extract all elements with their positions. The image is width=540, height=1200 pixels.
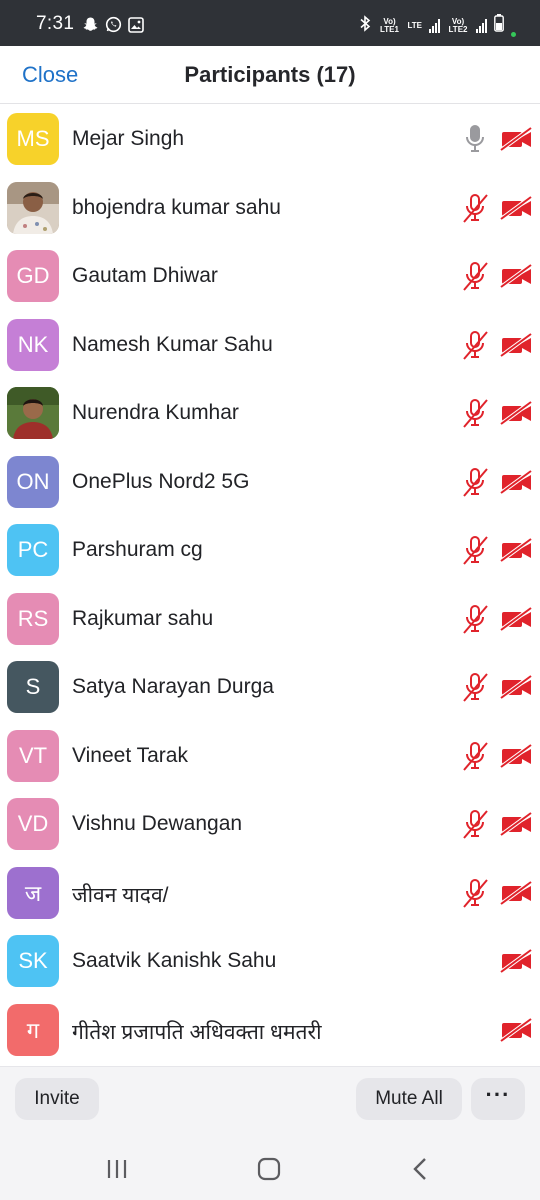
signal-strength-1-icon bbox=[429, 18, 440, 33]
participant-row[interactable]: VT Vineet Tarak bbox=[0, 722, 540, 790]
page-title: Participants (17) bbox=[184, 62, 356, 87]
participant-row[interactable]: VD Vishnu Dewangan bbox=[0, 790, 540, 858]
mic-muted-icon[interactable] bbox=[460, 603, 490, 635]
home-icon[interactable] bbox=[255, 1156, 285, 1182]
participant-name: Satya Narayan Durga bbox=[72, 675, 274, 698]
network-type-label: LTE bbox=[407, 20, 422, 30]
sim2-label: Vo) LTE2 bbox=[448, 16, 468, 34]
mic-muted-icon[interactable] bbox=[460, 671, 490, 703]
avatar: ज bbox=[7, 867, 59, 919]
video-off-icon[interactable] bbox=[499, 811, 534, 837]
avatar: GD bbox=[7, 250, 59, 302]
participant-name: Saatvik Kanishk Sahu bbox=[72, 949, 277, 972]
participant-name: Vineet Tarak bbox=[72, 744, 188, 767]
mic-muted-icon[interactable] bbox=[460, 808, 490, 840]
status-indicators: Vo) LTE1 LTE Vo) LTE2 bbox=[359, 14, 516, 37]
avatar: RS bbox=[7, 593, 59, 645]
mic-muted-icon[interactable] bbox=[460, 466, 490, 498]
mic-muted-icon[interactable] bbox=[460, 397, 490, 429]
avatar bbox=[7, 182, 59, 234]
status-bar: 7:31 Vo) LTE1 LTE Vo) LTE2 bbox=[0, 0, 540, 46]
participant-name: Gautam Dhiwar bbox=[72, 264, 218, 287]
bottom-toolbar: Invite Mute All ··· bbox=[0, 1066, 540, 1136]
mic-muted-icon[interactable] bbox=[460, 740, 490, 772]
participant-list[interactable]: MS Mejar Singh bhojendra kumar sahu GD Gauta… bbox=[0, 105, 540, 1065]
video-off-icon[interactable] bbox=[499, 948, 534, 974]
video-off-icon[interactable] bbox=[499, 469, 534, 495]
participant-row[interactable]: ग गीतेश प्रजापति अधिवक्ता धमतरी bbox=[0, 996, 540, 1064]
participant-name: जीवन यादव/ bbox=[72, 884, 169, 907]
mic-muted-icon[interactable] bbox=[460, 192, 490, 224]
sim1-label: Vo) LTE1 bbox=[380, 16, 399, 34]
participant-row[interactable]: bhojendra kumar sahu bbox=[0, 174, 540, 242]
participant-row[interactable]: S Satya Narayan Durga bbox=[0, 653, 540, 721]
video-off-icon[interactable] bbox=[499, 332, 534, 358]
mic-muted-icon[interactable] bbox=[460, 329, 490, 361]
participant-name: Namesh Kumar Sahu bbox=[72, 333, 273, 356]
participants-header: Close Participants (17) bbox=[0, 46, 540, 104]
notification-icons bbox=[82, 16, 144, 38]
active-dot-icon bbox=[511, 32, 516, 37]
video-off-icon[interactable] bbox=[499, 537, 534, 563]
participant-row[interactable]: PC Parshuram cg bbox=[0, 516, 540, 584]
battery-icon bbox=[494, 14, 504, 37]
recent-apps-icon[interactable] bbox=[104, 1156, 134, 1182]
video-off-icon[interactable] bbox=[499, 674, 534, 700]
video-off-icon[interactable] bbox=[499, 743, 534, 769]
participant-row[interactable]: MS Mejar Singh bbox=[0, 105, 540, 173]
avatar bbox=[7, 387, 59, 439]
avatar: PC bbox=[7, 524, 59, 576]
avatar: NK bbox=[7, 319, 59, 371]
participant-row[interactable]: ज जीवन यादव/ bbox=[0, 859, 540, 927]
invite-button[interactable]: Invite bbox=[15, 1078, 99, 1120]
participant-name: Rajkumar sahu bbox=[72, 607, 214, 630]
avatar: VT bbox=[7, 730, 59, 782]
video-off-icon[interactable] bbox=[499, 263, 534, 289]
more-options-button[interactable]: ··· bbox=[471, 1078, 525, 1120]
participant-name: Vishnu Dewangan bbox=[72, 812, 243, 835]
mic-icon[interactable] bbox=[460, 123, 490, 155]
back-icon[interactable] bbox=[408, 1156, 438, 1182]
participant-name: गीतेश प्रजापति अधिवक्ता धमतरी bbox=[72, 1021, 322, 1044]
system-nav-bar bbox=[0, 1136, 540, 1200]
avatar: S bbox=[7, 661, 59, 713]
status-time: 7:31 bbox=[36, 13, 75, 34]
participant-row[interactable]: ON OnePlus Nord2 5G bbox=[0, 448, 540, 516]
video-off-icon[interactable] bbox=[499, 606, 534, 632]
mute-all-button[interactable]: Mute All bbox=[356, 1078, 462, 1120]
video-off-icon[interactable] bbox=[499, 195, 534, 221]
video-off-icon[interactable] bbox=[499, 400, 534, 426]
avatar: MS bbox=[7, 113, 59, 165]
avatar: ON bbox=[7, 456, 59, 508]
participant-row[interactable]: SK Saatvik Kanishk Sahu bbox=[0, 927, 540, 995]
gallery-icon bbox=[128, 16, 144, 38]
participant-name: bhojendra kumar sahu bbox=[72, 196, 281, 219]
participant-row[interactable]: GD Gautam Dhiwar bbox=[0, 242, 540, 310]
video-off-icon[interactable] bbox=[499, 880, 534, 906]
participant-name: OnePlus Nord2 5G bbox=[72, 470, 250, 493]
participant-name: Parshuram cg bbox=[72, 538, 203, 561]
mic-muted-icon[interactable] bbox=[460, 534, 490, 566]
video-off-icon[interactable] bbox=[499, 126, 534, 152]
signal-strength-2-icon bbox=[476, 18, 487, 33]
participant-row[interactable]: RS Rajkumar sahu bbox=[0, 585, 540, 653]
avatar: ग bbox=[7, 1004, 59, 1056]
participant-name: Nurendra Kumhar bbox=[72, 401, 239, 424]
video-off-icon[interactable] bbox=[499, 1017, 534, 1043]
avatar: VD bbox=[7, 798, 59, 850]
mic-muted-icon[interactable] bbox=[460, 877, 490, 909]
participant-name: Mejar Singh bbox=[72, 127, 185, 150]
bluetooth-icon bbox=[359, 14, 371, 37]
snapchat-icon bbox=[82, 16, 99, 38]
avatar: SK bbox=[7, 935, 59, 987]
whatsapp-icon bbox=[105, 16, 122, 38]
mic-muted-icon[interactable] bbox=[460, 260, 490, 292]
participant-row[interactable]: Nurendra Kumhar bbox=[0, 379, 540, 447]
participant-row[interactable]: NK Namesh Kumar Sahu bbox=[0, 311, 540, 379]
